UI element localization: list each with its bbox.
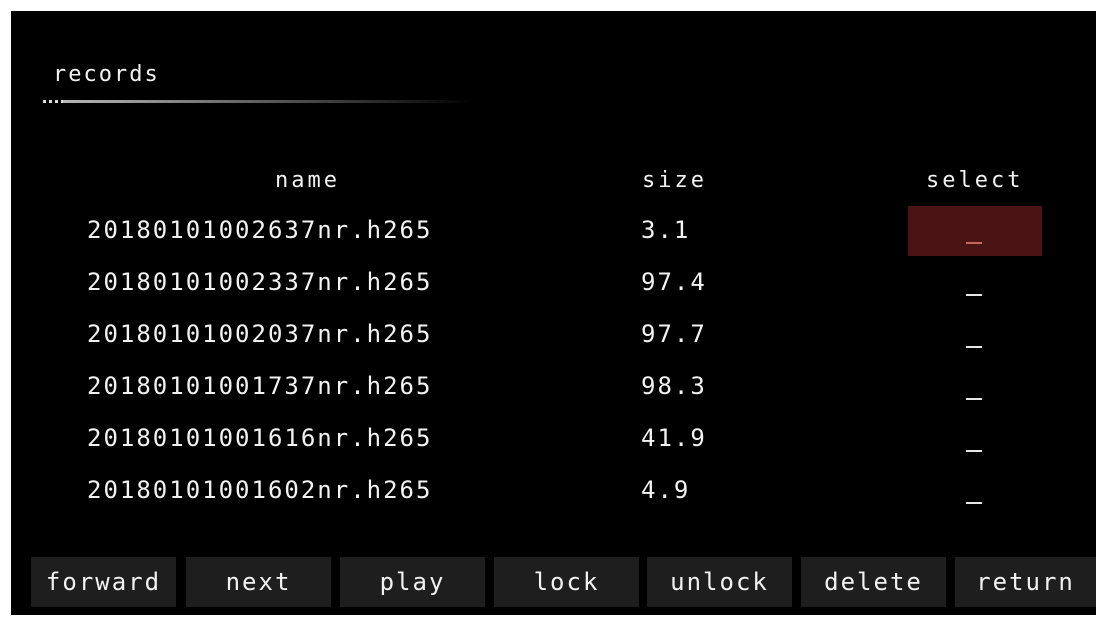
column-header-size: size bbox=[642, 168, 707, 193]
select-checkbox[interactable] bbox=[908, 414, 1042, 464]
select-checkbox[interactable] bbox=[908, 258, 1042, 308]
table-row[interactable]: 20180101001616nr.h265 41.9 bbox=[11, 414, 1096, 466]
table-row[interactable]: 20180101002037nr.h265 97.7 bbox=[11, 310, 1096, 362]
lock-button[interactable]: lock bbox=[494, 557, 639, 607]
forward-button[interactable]: forward bbox=[31, 557, 176, 607]
table-row[interactable]: 20180101001602nr.h265 4.9 bbox=[11, 466, 1096, 518]
unlock-button[interactable]: unlock bbox=[647, 557, 792, 607]
file-size: 97.7 bbox=[641, 320, 707, 348]
select-checkbox[interactable] bbox=[908, 466, 1042, 516]
file-size: 41.9 bbox=[641, 424, 707, 452]
next-button[interactable]: next bbox=[186, 557, 331, 607]
select-mark bbox=[966, 450, 982, 452]
select-mark bbox=[966, 398, 982, 400]
title-underline bbox=[43, 100, 473, 103]
file-name: 20180101002337nr.h265 bbox=[87, 268, 433, 296]
file-name: 20180101002637nr.h265 bbox=[87, 216, 433, 244]
select-mark bbox=[966, 346, 982, 348]
file-name: 20180101001616nr.h265 bbox=[87, 424, 433, 452]
file-name: 20180101001602nr.h265 bbox=[87, 476, 433, 504]
play-button[interactable]: play bbox=[340, 557, 485, 607]
select-mark bbox=[966, 502, 982, 504]
table-row[interactable]: 20180101001737nr.h265 98.3 bbox=[11, 362, 1096, 414]
select-checkbox[interactable] bbox=[908, 310, 1042, 360]
column-header-select: select bbox=[926, 168, 1024, 193]
select-checkbox[interactable] bbox=[908, 206, 1042, 256]
file-size: 97.4 bbox=[641, 268, 707, 296]
return-button[interactable]: return bbox=[955, 557, 1096, 607]
table-row[interactable]: 20180101002637nr.h265 3.1 bbox=[11, 206, 1096, 258]
file-size: 3.1 bbox=[641, 216, 691, 244]
table-row[interactable]: 20180101002337nr.h265 97.4 bbox=[11, 258, 1096, 310]
file-name: 20180101001737nr.h265 bbox=[87, 372, 433, 400]
delete-button[interactable]: delete bbox=[801, 557, 946, 607]
button-bar: forward next play lock unlock delete ret… bbox=[31, 557, 1096, 611]
file-name: 20180101002037nr.h265 bbox=[87, 320, 433, 348]
column-header-name: name bbox=[275, 168, 340, 193]
select-checkbox[interactable] bbox=[908, 362, 1042, 412]
file-size: 98.3 bbox=[641, 372, 707, 400]
page-title: records bbox=[53, 62, 160, 87]
select-mark bbox=[966, 242, 982, 244]
file-size: 4.9 bbox=[641, 476, 691, 504]
records-screen: records name size select 20180101002637n… bbox=[11, 11, 1096, 615]
select-mark bbox=[966, 294, 982, 296]
